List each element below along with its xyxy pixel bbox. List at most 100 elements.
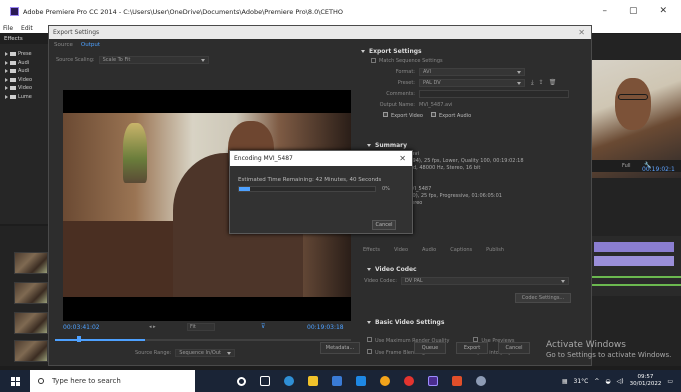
program-timecode[interactable]: 00:19:02:1 bbox=[642, 166, 675, 173]
encoding-cancel-button[interactable]: Cancel bbox=[372, 220, 396, 230]
clip-thumbnail[interactable] bbox=[14, 252, 48, 274]
export-audio-checkbox[interactable] bbox=[430, 112, 436, 117]
metadata-button[interactable]: Metadata... bbox=[320, 342, 360, 354]
video-codec-header[interactable]: Video Codec bbox=[361, 266, 585, 273]
folder-icon bbox=[10, 69, 16, 74]
preview-timecode-current[interactable]: 00:03:41:02 bbox=[63, 324, 100, 331]
comments-input[interactable] bbox=[419, 89, 569, 98]
source-scaling-label: Source Scaling: bbox=[56, 57, 95, 63]
codec-settings-button[interactable]: Codec Settings... bbox=[515, 293, 571, 303]
maximize-button[interactable]: ▢ bbox=[629, 6, 638, 16]
folder-icon bbox=[10, 52, 16, 57]
person-face bbox=[615, 78, 651, 130]
mail-icon[interactable] bbox=[356, 376, 366, 386]
summary-header[interactable]: Summary bbox=[361, 142, 585, 149]
export-button[interactable]: Export bbox=[456, 342, 488, 354]
expand-arrow-icon[interactable] bbox=[5, 86, 8, 91]
close-button[interactable]: ✕ bbox=[659, 6, 667, 16]
export-audio-toggle[interactable]: Export Audio bbox=[430, 112, 471, 119]
source-scaling-select[interactable]: Scale To Fit bbox=[98, 56, 209, 64]
effects-item-audio-effects[interactable]: Audi bbox=[5, 59, 50, 68]
app-taskbar-icon[interactable] bbox=[476, 376, 486, 386]
tab-source[interactable]: Source bbox=[54, 42, 73, 48]
export-video-checkbox[interactable] bbox=[383, 112, 388, 117]
match-sequence-checkbox[interactable] bbox=[371, 58, 376, 63]
estimated-time-remaining: Estimated Time Remaining: 42 Minutes, 40… bbox=[238, 177, 382, 183]
clock[interactable]: 09:57 30/01/2022 bbox=[630, 374, 662, 388]
effects-item-lumetri[interactable]: Lume bbox=[5, 93, 50, 102]
sofa bbox=[63, 221, 183, 297]
expand-arrow-icon[interactable] bbox=[5, 77, 8, 82]
marker-icon[interactable]: ⊽ bbox=[261, 323, 265, 330]
timeline-clip[interactable] bbox=[594, 256, 674, 266]
tab-output[interactable]: Output bbox=[81, 42, 100, 48]
collapse-arrow-icon bbox=[361, 50, 365, 53]
network-icon[interactable]: ◒ bbox=[605, 378, 610, 385]
format-select[interactable]: AVI bbox=[419, 67, 525, 76]
tab-video[interactable]: Video bbox=[392, 246, 410, 254]
delete-preset-icon[interactable]: 🗑 bbox=[549, 79, 557, 87]
menu-edit[interactable]: Edit bbox=[21, 25, 33, 32]
expand-arrow-icon[interactable] bbox=[5, 52, 8, 57]
temperature[interactable]: 31°C bbox=[574, 378, 589, 385]
cancel-button[interactable]: Cancel bbox=[498, 342, 530, 354]
weather-icon[interactable]: ▦ bbox=[562, 378, 568, 385]
source-range-select[interactable]: Sequence In/Out bbox=[175, 349, 236, 357]
video-codec-section: Video Codec Video Codec: DV PAL bbox=[361, 266, 585, 286]
cortana-icon[interactable] bbox=[237, 376, 246, 386]
file-explorer-icon[interactable] bbox=[308, 376, 318, 386]
output-name-link[interactable]: MVI_5487.avi bbox=[419, 102, 452, 108]
tab-effects[interactable]: Effects bbox=[361, 246, 382, 254]
firefox-icon[interactable] bbox=[380, 376, 390, 386]
tab-captions[interactable]: Captions bbox=[448, 246, 474, 254]
program-fit-select[interactable]: Full bbox=[622, 163, 631, 169]
clip-thumbnail[interactable] bbox=[14, 312, 48, 334]
effects-item-video-transitions[interactable]: Video bbox=[5, 84, 50, 93]
export-settings-header[interactable]: Export Settings bbox=[361, 48, 585, 55]
clip-thumbnail[interactable] bbox=[14, 340, 48, 362]
effects-item-presets[interactable]: Prese bbox=[5, 50, 50, 59]
notifications-icon[interactable]: ▭ bbox=[667, 378, 673, 385]
minimize-button[interactable]: – bbox=[602, 6, 607, 16]
export-dialog-title: Export Settings bbox=[49, 26, 591, 39]
timeline-clip[interactable] bbox=[594, 242, 674, 252]
expand-arrow-icon[interactable] bbox=[5, 69, 8, 74]
expand-arrow-icon[interactable] bbox=[5, 94, 8, 99]
menu-file[interactable]: File bbox=[3, 25, 13, 32]
save-preset-icon[interactable]: ⤓ bbox=[531, 79, 534, 87]
queue-button[interactable]: Queue bbox=[414, 342, 446, 354]
chevron-down-icon bbox=[517, 81, 521, 85]
clip-thumbnail[interactable] bbox=[14, 282, 48, 304]
preset-select[interactable]: PAL DV bbox=[419, 78, 525, 87]
search-icon bbox=[38, 378, 44, 384]
taskbar-apps bbox=[237, 376, 486, 386]
set-in-point-icon[interactable]: ◂ ▸ bbox=[149, 324, 156, 330]
effects-panel-title[interactable]: Effects bbox=[0, 34, 50, 44]
premiere-taskbar-icon[interactable] bbox=[428, 376, 438, 386]
folder-icon bbox=[10, 77, 16, 82]
import-preset-icon[interactable]: ⇪ bbox=[539, 79, 544, 87]
preset-row: Preset: PAL DV ⤓ ⇪ 🗑 bbox=[397, 78, 557, 87]
tab-publish[interactable]: Publish bbox=[484, 246, 506, 254]
taskbar-search-box[interactable]: Type here to search bbox=[30, 370, 195, 392]
expand-arrow-icon[interactable] bbox=[5, 60, 8, 65]
export-dialog-close-icon[interactable]: ✕ bbox=[578, 26, 585, 39]
tray-chevron-icon[interactable]: ^ bbox=[594, 378, 599, 385]
store-icon[interactable] bbox=[332, 376, 342, 386]
preview-playhead[interactable] bbox=[77, 336, 81, 342]
encoding-close-icon[interactable]: ✕ bbox=[399, 151, 406, 166]
task-view-icon[interactable] bbox=[260, 376, 270, 386]
window-controls: – ▢ ✕ bbox=[602, 6, 667, 16]
start-button[interactable] bbox=[0, 370, 30, 392]
effects-item-video-effects[interactable]: Video bbox=[5, 76, 50, 85]
media-encoder-icon[interactable] bbox=[452, 376, 462, 386]
edge-icon[interactable] bbox=[284, 376, 294, 386]
preview-fit-select[interactable]: Fit bbox=[187, 323, 215, 331]
video-codec-select[interactable]: DV PAL bbox=[401, 276, 569, 285]
effects-item-audio-transitions[interactable]: Audi bbox=[5, 67, 50, 76]
export-video-toggle[interactable]: Export Video bbox=[383, 112, 423, 119]
opera-icon[interactable] bbox=[404, 376, 414, 386]
tab-audio[interactable]: Audio bbox=[420, 246, 438, 254]
basic-video-header[interactable]: Basic Video Settings bbox=[361, 319, 585, 326]
volume-icon[interactable]: ◁) bbox=[617, 378, 624, 385]
